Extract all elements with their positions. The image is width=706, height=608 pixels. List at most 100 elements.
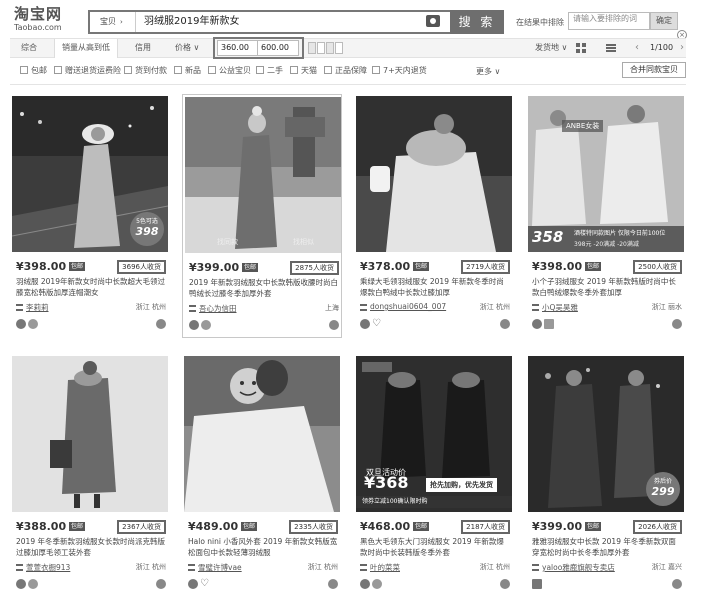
product-card[interactable]: ¥388.00 包邮 2367人收货 2019 年冬季新款羽绒服女长款时尚派克韩… (10, 354, 170, 598)
product-title[interactable]: 黑色大毛领东大门羽绒服女 2019 年新款爆款时尚中长装韩版冬季外套 (360, 536, 510, 558)
product-image[interactable]: 5色可选 398 (12, 96, 168, 252)
badge-top-text: 券后价 (653, 478, 672, 485)
product-title[interactable]: 2019 年新款羽绒服女中长款韩版收腰时尚白鸭绒长过膝冬季加厚外套 (189, 277, 339, 299)
guarantee-icon[interactable] (28, 319, 38, 329)
seller-level-icon[interactable] (189, 320, 199, 330)
product-title[interactable]: 2019 年冬季新款羽绒服女长款时尚派克韩版过膝加厚毛领工装外套 (16, 536, 166, 558)
product-image[interactable]: 券后价 299 (528, 356, 684, 512)
list-view-icon[interactable] (606, 44, 616, 52)
grid-view-icon[interactable] (576, 43, 586, 53)
view-toggle-3[interactable] (326, 42, 334, 54)
search-button[interactable]: 搜 索 (450, 10, 504, 34)
sort-price[interactable]: 价格 ∨ (168, 39, 206, 57)
wangwang-icon[interactable] (328, 579, 338, 589)
filter-charity[interactable]: 公益宝贝 (208, 66, 251, 76)
product-image[interactable]: ANBE女装 358 酒楼特同款图片 仅限今日前100位 398元 -20满减 … (528, 96, 684, 252)
sold-count: 2335人收货 (289, 520, 338, 534)
wangwang-icon[interactable] (500, 579, 510, 589)
sort-sales[interactable]: 销量从高到低 (54, 39, 118, 58)
exclude-confirm-button[interactable]: 确定 (650, 12, 678, 30)
filter-genuine[interactable]: 正品保障 (324, 66, 367, 76)
heart-icon[interactable]: ♡ (372, 319, 382, 329)
guarantee-icon[interactable] (544, 319, 554, 329)
camera-icon[interactable] (426, 15, 440, 27)
wangwang-icon[interactable] (329, 320, 339, 330)
filter-7day-return[interactable]: 7+天内退货 (372, 66, 427, 76)
shop-name[interactable]: yaloo雅鹿旗舰专卖店 (542, 562, 615, 573)
filter-label: 新品 (185, 66, 201, 75)
product-title[interactable]: 乘绿大毛领羽绒服女 2019 年新款冬季时尚爆款白鸭绒中长款过膝加厚 (360, 276, 510, 298)
checkbox[interactable] (54, 66, 62, 74)
view-toggle-1[interactable] (308, 42, 316, 54)
checkbox[interactable] (20, 66, 28, 74)
shop-name[interactable]: 吾心为信田 (199, 303, 237, 314)
guarantee-icon[interactable] (201, 320, 211, 330)
sort-default[interactable]: 综合 (14, 39, 44, 57)
shop-name[interactable]: 小Q吴昊雅 (542, 302, 578, 313)
seller-level-icon[interactable] (360, 579, 370, 589)
product-image[interactable]: 找同款 找相似 (185, 97, 341, 253)
shop-name[interactable]: 李莉莉 (26, 302, 49, 313)
checkbox[interactable] (290, 66, 298, 74)
shop-name[interactable]: 萱萱衣橱913 (26, 562, 70, 573)
search-input[interactable]: 羽绒服2019年新款女 (138, 12, 454, 32)
guarantee-icon[interactable] (372, 579, 382, 589)
product-card[interactable]: 券后价 299 ¥399.00 包邮 2026人收货 雅雅羽绒服女中长款 2019… (526, 354, 686, 598)
sort-credit[interactable]: 信用 (128, 39, 158, 57)
merge-same-button[interactable]: 合并同款宝贝 (622, 62, 686, 78)
product-title[interactable]: Halo nini 小香风外套 2019 年新款女韩版宽松面包中长款轻薄羽绒服 (188, 536, 338, 558)
wangwang-icon[interactable] (500, 319, 510, 329)
exclude-input[interactable]: 请输入要排除的词 (568, 12, 650, 30)
price-max-input[interactable]: 600.00 (257, 40, 299, 56)
filter-cod[interactable]: 货到付款 (124, 66, 167, 76)
checkbox[interactable] (124, 66, 132, 74)
chevron-right-icon[interactable]: › (680, 39, 684, 57)
product-image[interactable]: 双旦活动价 ¥368 抢先加购，优先发货 领券立减100确认限时购 (356, 356, 512, 512)
product-card[interactable]: 5色可选 398 ¥398.00 包邮 3696人收货 羽绒服 2019年新款女时… (10, 94, 170, 338)
checkbox[interactable] (208, 66, 216, 74)
checkbox[interactable] (256, 66, 264, 74)
wangwang-icon[interactable] (672, 579, 682, 589)
chevron-left-icon[interactable]: ‹ (635, 39, 639, 57)
seller-level-icon[interactable] (532, 319, 542, 329)
price-min-input[interactable]: 360.00 (217, 40, 259, 56)
seller-level-icon[interactable] (188, 579, 198, 589)
checkbox[interactable] (372, 66, 380, 74)
filter-new[interactable]: 新品 (174, 66, 201, 76)
view-toggle-2[interactable] (317, 42, 325, 54)
tmall-icon[interactable] (532, 579, 542, 589)
product-image[interactable] (356, 96, 512, 252)
guarantee-icon[interactable] (28, 579, 38, 589)
product-title[interactable]: 小个子羽绒服女 2019 年新款韩版时尚中长款白鸭绒爆款冬季外套加厚 (532, 276, 682, 298)
product-card[interactable]: ¥378.00 包邮 2719人收货 乘绿大毛领羽绒服女 2019 年新款冬季时… (354, 94, 514, 338)
product-title[interactable]: 羽绒服 2019年新款女时尚中长款超大毛领过膝宽松韩版加厚连帽潮女 (16, 276, 166, 298)
filter-return-insurance[interactable]: 赠送退货运费险 (54, 66, 121, 76)
wangwang-icon[interactable] (156, 579, 166, 589)
taobao-logo[interactable]: 淘宝网 Taobao.com (14, 6, 76, 32)
more-filters[interactable]: 更多 ∨ (476, 66, 500, 77)
seller-level-icon[interactable] (16, 319, 26, 329)
search-category-select[interactable]: 宝贝 › (90, 12, 136, 32)
product-card[interactable]: ANBE女装 358 酒楼特同款图片 仅限今日前100位 398元 -20满减 … (526, 94, 686, 338)
filter-tmall[interactable]: 天猫 (290, 66, 317, 76)
view-toggle-4[interactable] (335, 42, 343, 54)
seller-level-icon[interactable] (360, 319, 370, 329)
wangwang-icon[interactable] (672, 319, 682, 329)
product-card[interactable]: 双旦活动价 ¥368 抢先加购，优先发货 领券立减100确认限时购 ¥468.0… (354, 354, 514, 598)
checkbox[interactable] (174, 66, 182, 74)
product-card[interactable]: ¥489.00 包邮 2335人收货 Halo nini 小香风外套 2019 … (182, 354, 342, 598)
product-card[interactable]: 找同款 找相似 ¥399.00 包邮 2875人收货 2019 年新款羽绒服女中… (182, 94, 342, 338)
filter-free-shipping[interactable]: 包邮 (20, 66, 47, 76)
shop-name[interactable]: dongshuai0604_007 (370, 302, 446, 311)
wangwang-icon[interactable] (156, 319, 166, 329)
shop-name[interactable]: 叶的菜菜 (370, 562, 400, 573)
heart-icon[interactable]: ♡ (200, 579, 210, 589)
shop-name[interactable]: 雪璧许博vae (198, 562, 242, 573)
product-title[interactable]: 雅雅羽绒服女中长款 2019 年冬季新款双面穿宽松时尚中长冬季加厚外套 (532, 536, 682, 558)
filter-secondhand[interactable]: 二手 (256, 66, 283, 76)
product-image[interactable] (184, 356, 340, 512)
seller-level-icon[interactable] (16, 579, 26, 589)
ship-from-select[interactable]: 发货地 ∨ (528, 39, 574, 57)
checkbox[interactable] (324, 66, 332, 74)
product-image[interactable] (12, 356, 168, 512)
